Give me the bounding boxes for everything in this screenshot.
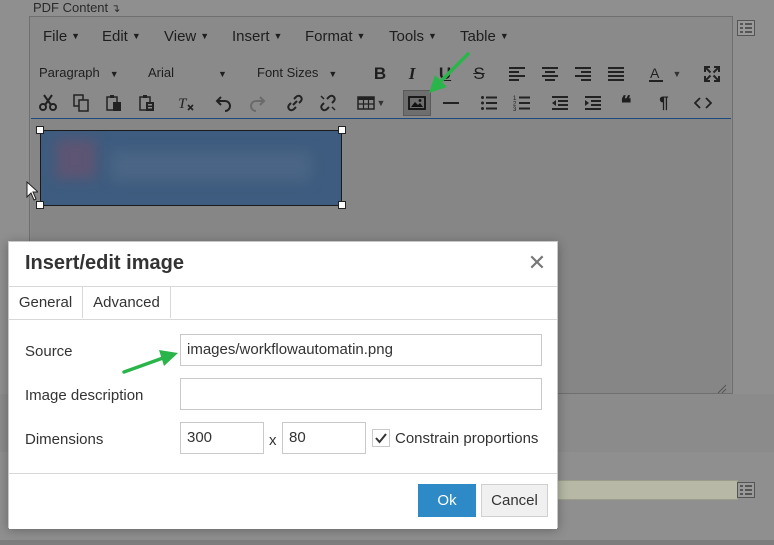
menu-file[interactable]: File ▼ — [43, 28, 80, 45]
bullet-list-icon[interactable] — [477, 91, 501, 115]
insert-image-dialog: Insert/edit image ✕ General Advanced Sou… — [8, 241, 558, 529]
undo-icon[interactable] — [212, 91, 236, 115]
align-justify-icon[interactable] — [604, 62, 628, 86]
list-view-icon-2[interactable] — [737, 482, 755, 498]
menu-table[interactable]: Table ▼ — [460, 28, 509, 45]
toolbar-row-2: T ▼ 123 ❝ ¶ — [30, 89, 732, 117]
align-right-icon[interactable] — [571, 62, 595, 86]
annotation-arrow-toolbar — [429, 52, 470, 93]
svg-text:T: T — [178, 96, 188, 112]
dimensions-label: Dimensions — [25, 431, 104, 448]
text-color-icon[interactable]: A — [644, 62, 668, 86]
menu-view[interactable]: View ▼ — [164, 28, 209, 45]
fullscreen-icon[interactable] — [700, 62, 724, 86]
align-center-icon[interactable] — [538, 62, 562, 86]
font-size-select[interactable]: Font Sizes ▼ — [257, 65, 337, 80]
italic-icon[interactable]: I — [400, 62, 424, 86]
pdf-content-label: PDF Content ↴ — [33, 0, 121, 15]
code-icon[interactable] — [691, 91, 715, 115]
menu-format[interactable]: Format ▼ — [305, 28, 365, 45]
copy-icon[interactable] — [69, 91, 93, 115]
bold-icon[interactable]: B — [368, 62, 392, 86]
paste-icon[interactable] — [102, 91, 126, 115]
dialog-tabs: General Advanced — [9, 286, 557, 320]
constrain-proportions-checkbox[interactable] — [372, 429, 390, 447]
checkmark-icon — [375, 433, 387, 444]
show-blocks-icon[interactable]: ¶ — [652, 91, 676, 115]
unlink-icon[interactable] — [316, 91, 340, 115]
width-input[interactable]: 300 — [180, 422, 264, 454]
bottom-border — [0, 540, 774, 545]
tab-general[interactable]: General — [9, 287, 83, 318]
link-icon[interactable] — [283, 91, 307, 115]
tab-advanced[interactable]: Advanced — [83, 287, 171, 318]
numbered-list-icon[interactable]: 123 — [510, 91, 534, 115]
close-icon[interactable]: ✕ — [527, 252, 547, 274]
editor-resize-grip-icon[interactable] — [717, 381, 727, 394]
mouse-cursor-icon — [26, 180, 40, 206]
source-label: Source — [25, 343, 73, 360]
redo-icon[interactable] — [245, 91, 269, 115]
table-icon[interactable]: ▼ — [355, 91, 387, 115]
menu-edit[interactable]: Edit ▼ — [102, 28, 141, 45]
resize-handle-top-left[interactable] — [36, 126, 44, 134]
dimensions-separator: x — [269, 432, 277, 449]
font-family-select[interactable]: Arial ▼ — [148, 65, 227, 80]
dialog-title: Insert/edit image — [25, 252, 184, 274]
text-color-dropdown[interactable]: ▼ — [670, 62, 684, 86]
indent-icon[interactable] — [581, 91, 605, 115]
image-description-label: Image description — [25, 387, 144, 404]
ok-button[interactable]: Ok — [418, 484, 476, 517]
list-view-icon[interactable] — [737, 20, 755, 36]
editor-menubar: File ▼ Edit ▼ View ▼ Insert ▼ Format ▼ Tools ▼… — [30, 19, 732, 55]
toolbar-row-1: Paragraph ▼ Arial ▼ Font Sizes ▼ B I U S A … — [30, 60, 732, 88]
resize-handle-top-right[interactable] — [338, 126, 346, 134]
annotation-arrow-source — [122, 350, 178, 374]
paste-text-icon[interactable] — [135, 91, 159, 115]
image-description-input[interactable] — [180, 378, 542, 410]
resize-handle-bottom-right[interactable] — [338, 201, 346, 209]
svg-text:3: 3 — [513, 107, 517, 112]
height-input[interactable]: 80 — [282, 422, 366, 454]
svg-text:A: A — [650, 65, 660, 81]
outdent-icon[interactable] — [548, 91, 572, 115]
cancel-button[interactable]: Cancel — [481, 484, 548, 517]
menu-tools[interactable]: Tools ▼ — [389, 28, 437, 45]
constrain-proportions-label: Constrain proportions — [395, 430, 539, 447]
selected-image[interactable] — [40, 130, 342, 206]
background-input[interactable] — [555, 480, 738, 500]
source-input[interactable]: images/workflowautomatin.png — [180, 334, 542, 366]
cut-icon[interactable] — [36, 91, 60, 115]
menu-insert[interactable]: Insert ▼ — [232, 28, 282, 45]
blockquote-icon[interactable]: ❝ — [614, 91, 638, 115]
align-left-icon[interactable] — [505, 62, 529, 86]
block-format-select[interactable]: Paragraph ▼ — [39, 65, 119, 80]
clear-format-icon[interactable]: T — [174, 91, 198, 115]
